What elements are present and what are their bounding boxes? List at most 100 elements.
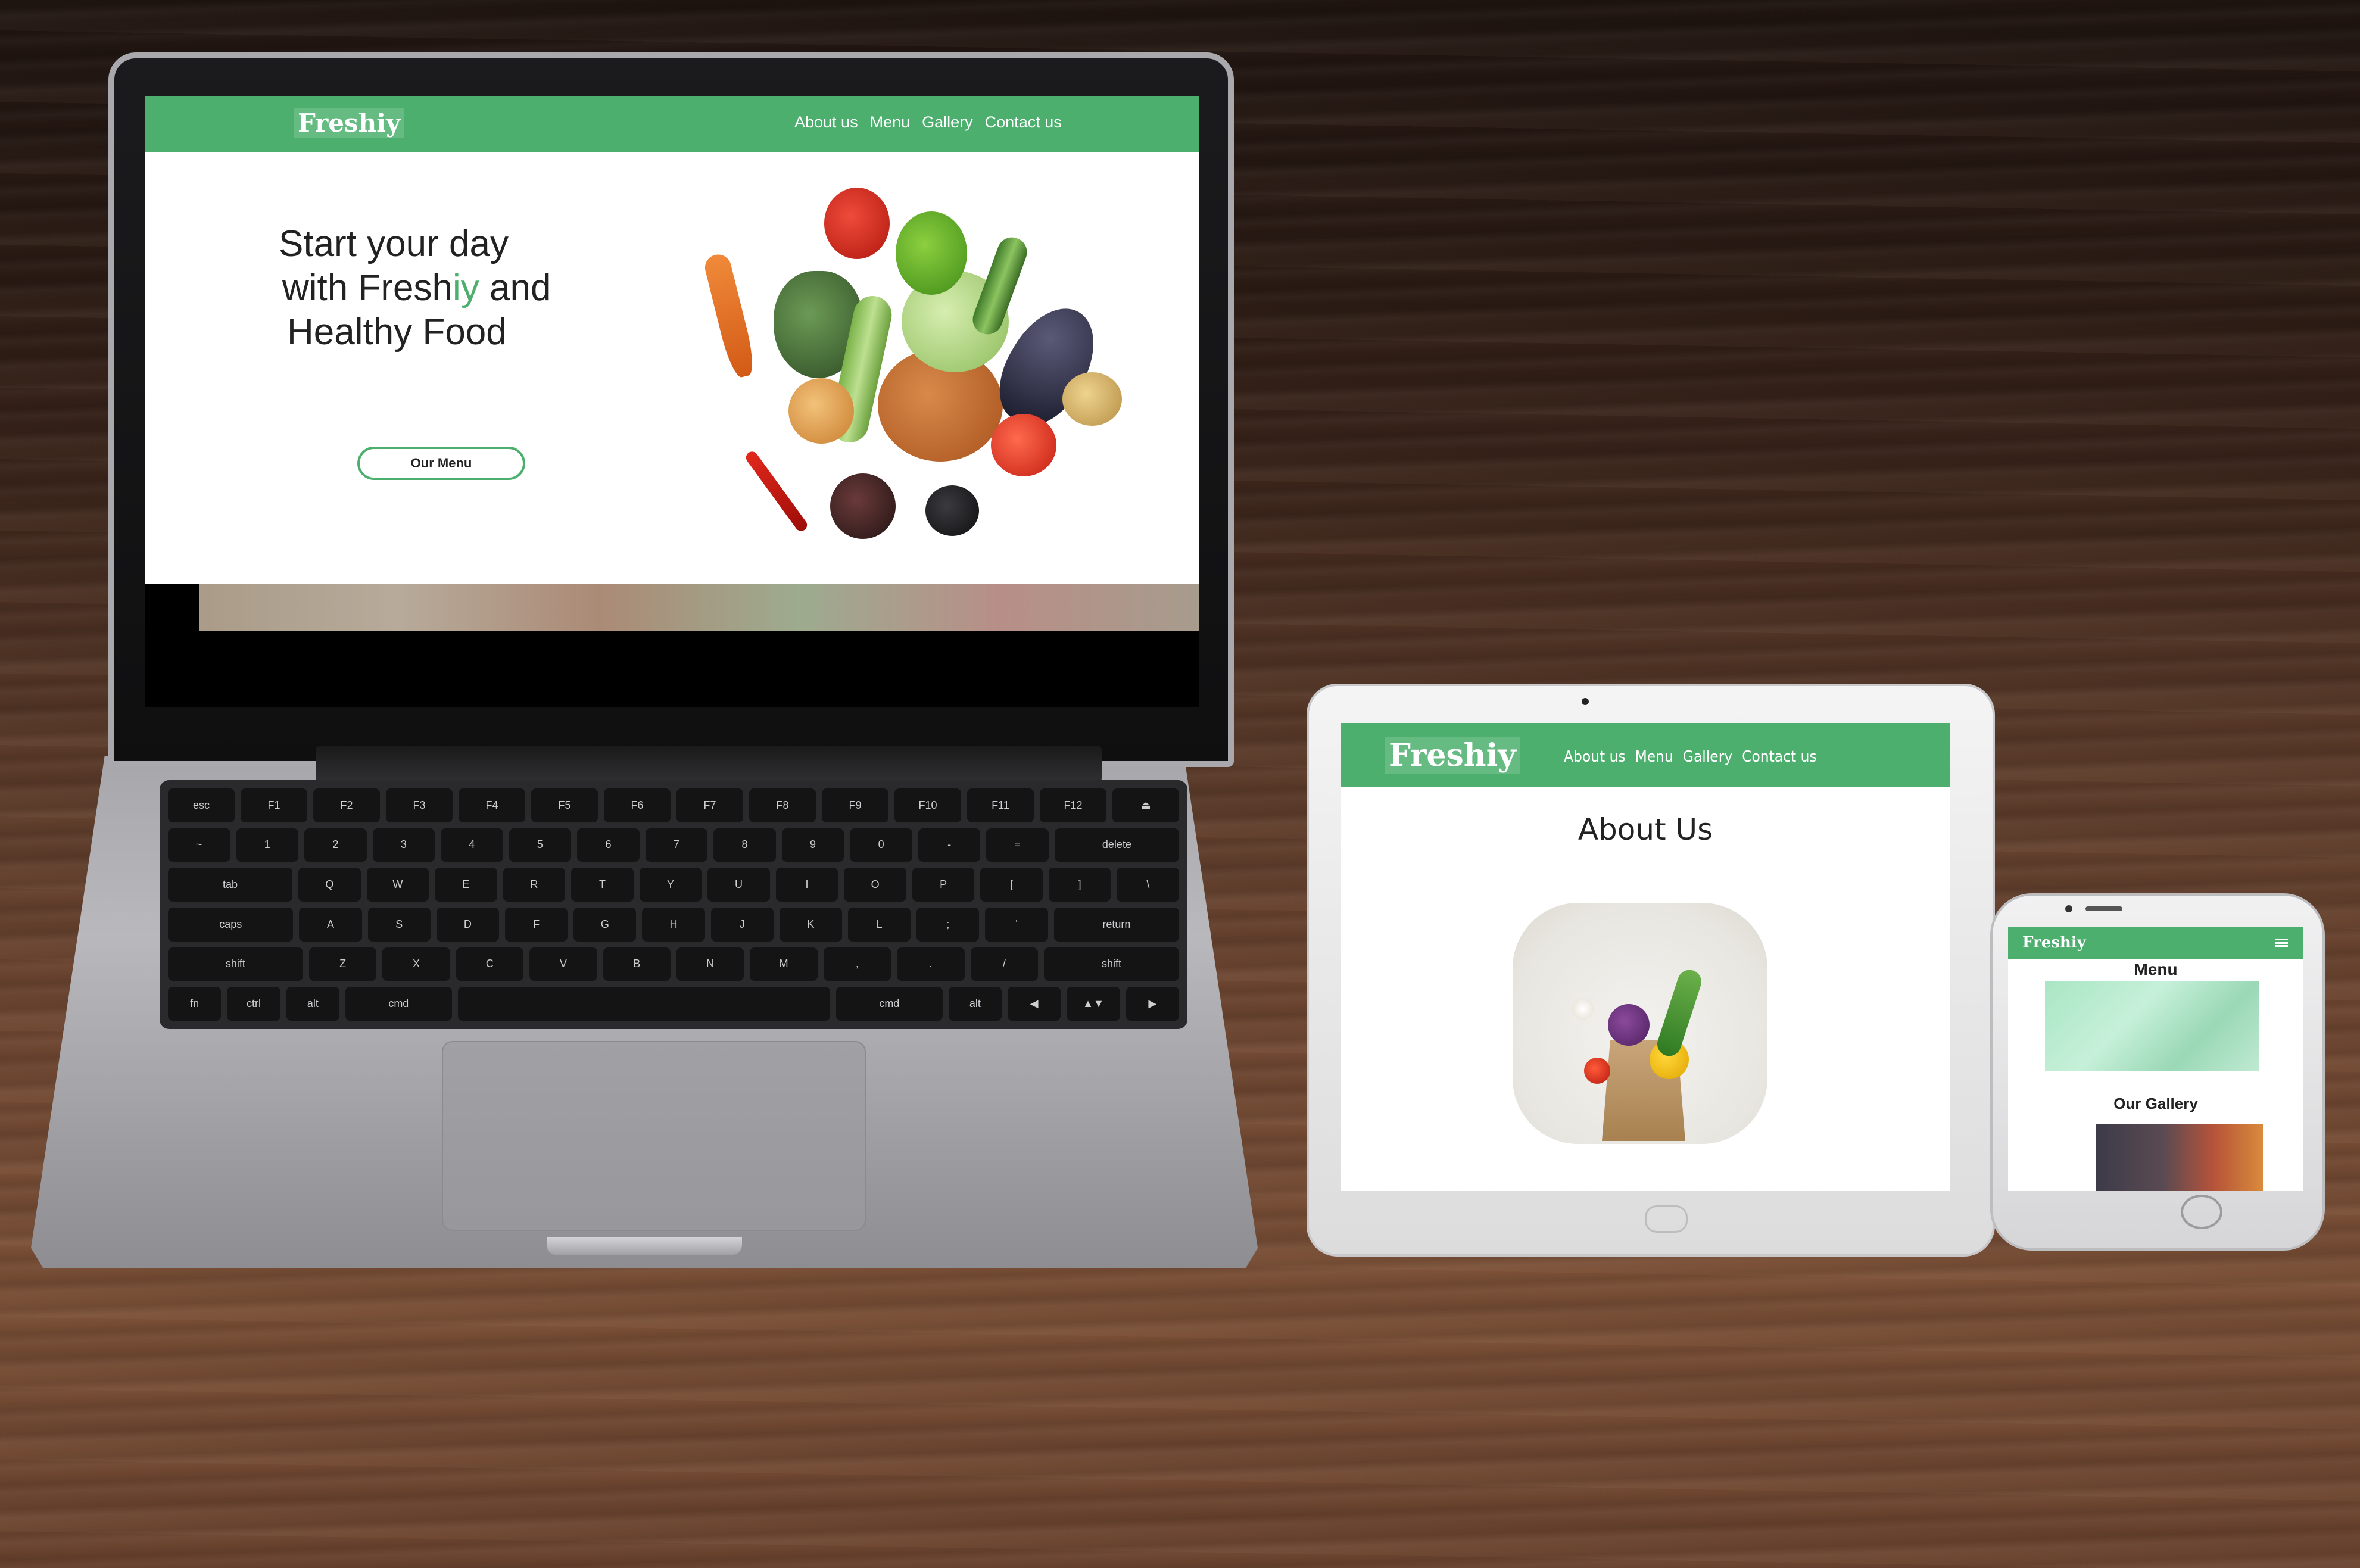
key: L bbox=[848, 908, 911, 942]
laptop-trackpad bbox=[442, 1041, 866, 1231]
tablet-nav-contact-us[interactable]: Contact us bbox=[1742, 748, 1816, 766]
phone-navbar: Freshiy bbox=[2008, 927, 2303, 959]
tablet-nav-menu[interactable]: Menu bbox=[1635, 748, 1673, 766]
hero-line-2-post: and bbox=[479, 267, 551, 308]
phone-camera-icon bbox=[2065, 905, 2072, 912]
key: F bbox=[505, 908, 568, 942]
laptop-nav-links: About us Menu Gallery Contact us bbox=[794, 113, 1062, 132]
key: A bbox=[299, 908, 362, 942]
key: T bbox=[571, 868, 634, 902]
hero-line-2-highlight: iy bbox=[452, 267, 479, 308]
nav-contact-us[interactable]: Contact us bbox=[985, 113, 1062, 132]
key: cmd bbox=[345, 987, 452, 1021]
hero-line-3: Healthy Food bbox=[287, 311, 507, 353]
phone-speaker bbox=[2085, 906, 2122, 911]
garlic-icon bbox=[1572, 998, 1594, 1020]
key: G bbox=[573, 908, 637, 942]
chili-icon bbox=[743, 449, 810, 534]
key: caps bbox=[168, 908, 294, 942]
phone-brand-logo[interactable]: Freshiy bbox=[2022, 934, 2086, 952]
laptop-front-notch bbox=[547, 1237, 742, 1255]
about-us-heading: About Us bbox=[1578, 812, 1713, 847]
tablet-nav-gallery[interactable]: Gallery bbox=[1683, 748, 1732, 766]
tablet-camera-icon bbox=[1582, 698, 1589, 705]
key: S bbox=[367, 908, 431, 942]
vegetables-image bbox=[702, 176, 1158, 557]
key: ◀ bbox=[1007, 987, 1061, 1021]
key: ▲▼ bbox=[1067, 987, 1120, 1021]
key: F4 bbox=[459, 788, 525, 822]
key: K bbox=[779, 908, 843, 942]
key: delete bbox=[1054, 828, 1179, 862]
key: X bbox=[382, 947, 450, 981]
hero-headline: Start your day with Freshiy and Healthy … bbox=[279, 222, 612, 354]
tablet-nav-about-us[interactable]: About us bbox=[1564, 748, 1626, 766]
key: D bbox=[436, 908, 500, 942]
key: [ bbox=[980, 868, 1043, 902]
key: 6 bbox=[577, 828, 640, 862]
keyboard-row-modifiers: fn ctrl alt cmd cmd alt ◀ ▲▼ ▶ bbox=[168, 987, 1179, 1021]
key: alt bbox=[948, 987, 1002, 1021]
key: return bbox=[1053, 908, 1180, 942]
tablet-nav-links: About us Menu Gallery Contact us bbox=[1564, 748, 1817, 766]
key: 3 bbox=[372, 828, 435, 862]
key: P bbox=[912, 868, 975, 902]
key: 1 bbox=[236, 828, 299, 862]
tablet-navbar: Freshiy About us Menu Gallery Contact us bbox=[1341, 723, 1950, 787]
nav-about-us[interactable]: About us bbox=[794, 113, 858, 132]
key: C bbox=[456, 947, 524, 981]
red-pepper-icon bbox=[824, 188, 890, 259]
laptop-brand-logo[interactable]: Freshiy bbox=[294, 108, 404, 138]
grocery-bag-image bbox=[1513, 903, 1767, 1144]
tomato-icon bbox=[991, 414, 1056, 476]
key: . bbox=[897, 947, 965, 981]
tablet-brand-logo[interactable]: Freshiy bbox=[1385, 737, 1520, 774]
laptop-hinge bbox=[316, 746, 1102, 782]
keyboard-row-home: caps A S D F G H J K L ; ' return bbox=[168, 908, 1180, 942]
tomato-small-icon bbox=[1584, 1058, 1610, 1084]
key: / bbox=[970, 947, 1039, 981]
key: ; bbox=[916, 908, 980, 942]
hamburger-menu-icon[interactable] bbox=[2275, 939, 2288, 947]
key: W bbox=[366, 868, 429, 902]
gallery-thumbnail-image[interactable] bbox=[2096, 1124, 2263, 1191]
key: F2 bbox=[313, 788, 380, 822]
key: ' bbox=[985, 908, 1048, 942]
hero-line-1: Start your day bbox=[279, 223, 509, 264]
black-radish-icon bbox=[925, 485, 979, 536]
key: ctrl bbox=[227, 987, 280, 1021]
key: - bbox=[918, 828, 981, 862]
laptop-screen: Freshiy About us Menu Gallery Contact us… bbox=[145, 96, 1199, 707]
key: 9 bbox=[781, 828, 844, 862]
carrot-icon bbox=[702, 251, 758, 380]
our-menu-button[interactable]: Our Menu bbox=[357, 447, 525, 480]
key: fn bbox=[168, 987, 222, 1021]
key: B bbox=[603, 947, 671, 981]
key: alt bbox=[286, 987, 339, 1021]
key: Z bbox=[308, 947, 377, 981]
nav-menu[interactable]: Menu bbox=[870, 113, 911, 132]
hero-line-2: with Freshiy and bbox=[279, 266, 612, 310]
phone-home-button[interactable] bbox=[2181, 1195, 2222, 1229]
key: V bbox=[529, 947, 597, 981]
key: 5 bbox=[509, 828, 572, 862]
key: cmd bbox=[835, 987, 943, 1021]
key: M bbox=[750, 947, 818, 981]
key: I bbox=[775, 868, 838, 902]
key: esc bbox=[168, 788, 235, 822]
spacebar bbox=[457, 987, 830, 1021]
key: F9 bbox=[822, 788, 888, 822]
tablet-home-button[interactable] bbox=[1645, 1205, 1688, 1233]
key: F7 bbox=[676, 788, 743, 822]
menu-board-image bbox=[2045, 981, 2259, 1071]
key: E bbox=[435, 868, 497, 902]
laptop-navbar: Freshiy About us Menu Gallery Contact us bbox=[145, 96, 1199, 152]
phone-gallery-heading: Our Gallery bbox=[2113, 1095, 2198, 1112]
nav-gallery[interactable]: Gallery bbox=[922, 113, 973, 132]
key: H bbox=[642, 908, 705, 942]
green-pepper-icon bbox=[896, 211, 967, 295]
greens-icon bbox=[1654, 967, 1705, 1059]
key: 4 bbox=[441, 828, 503, 862]
keyboard-row-numbers: ~ 1 2 3 4 5 6 7 8 9 0 - = delete bbox=[168, 828, 1179, 862]
key: Y bbox=[639, 868, 702, 902]
